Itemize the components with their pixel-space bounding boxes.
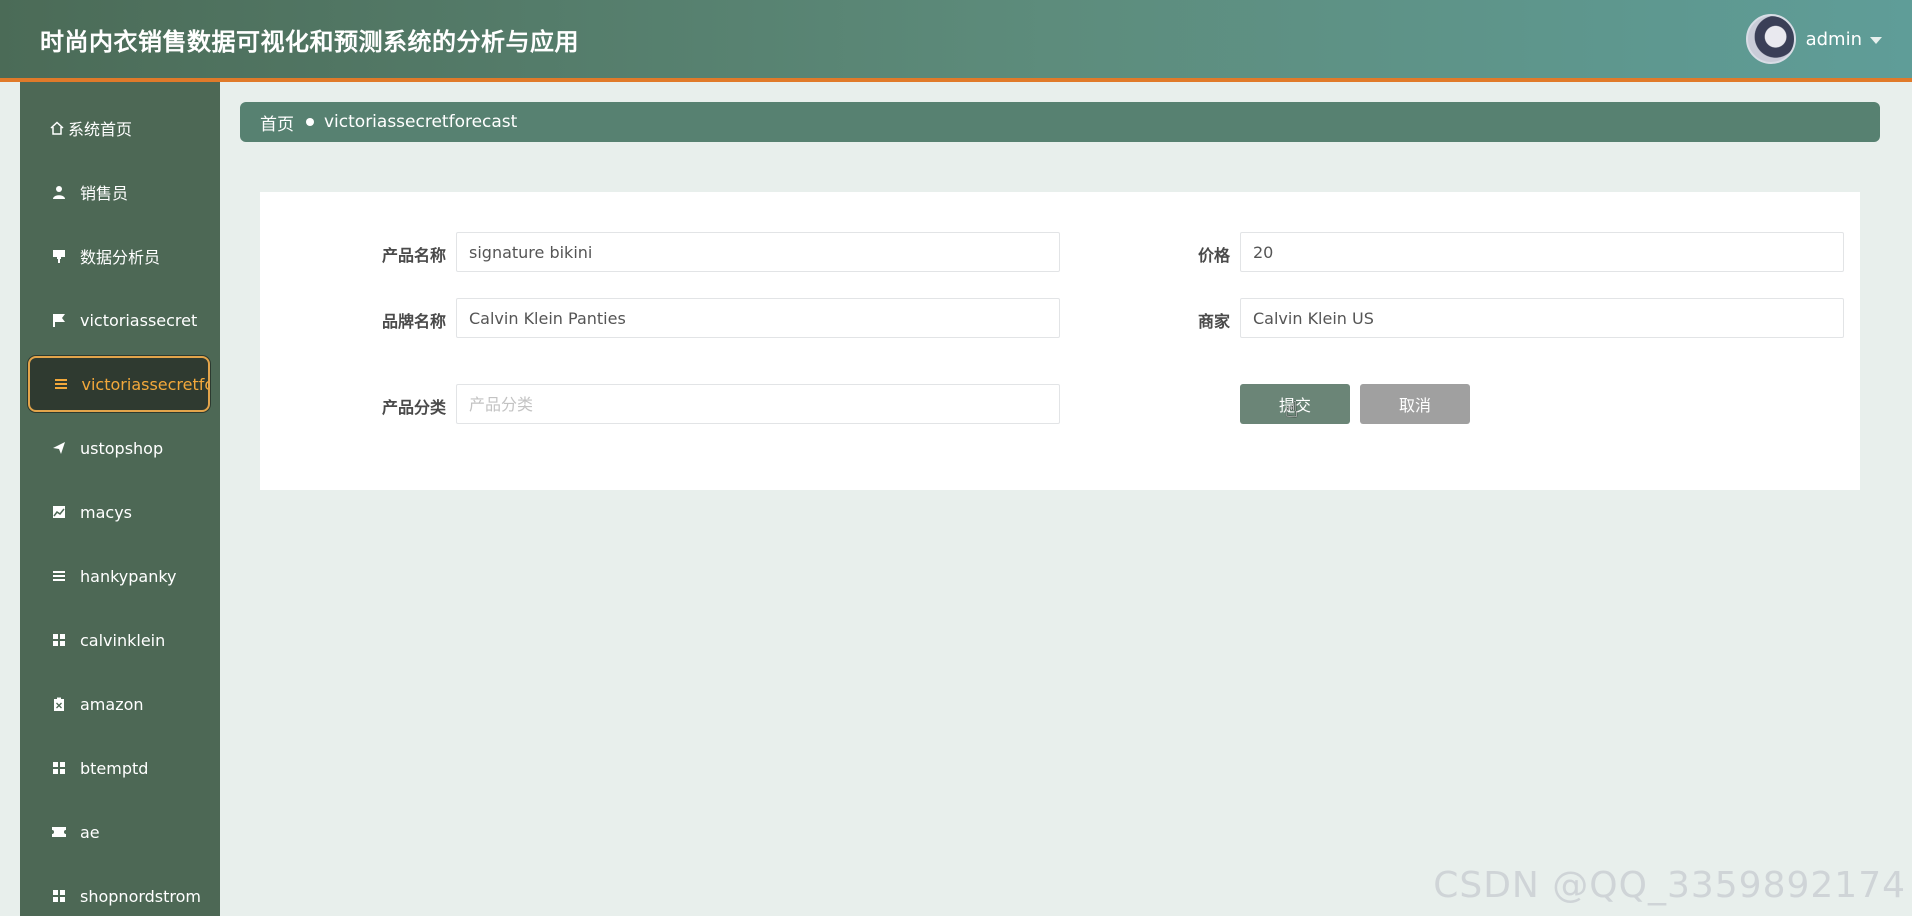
grid-icon <box>50 889 68 903</box>
sidebar-item-btemptd[interactable]: btemptd <box>28 740 210 796</box>
sidebar-item-amazon[interactable]: amazon <box>28 676 210 732</box>
list-icon <box>52 377 70 391</box>
sidebar-item-label: 销售员 <box>80 184 129 203</box>
sidebar-item-label: shopnordstrom <box>80 886 202 906</box>
avatar[interactable] <box>1745 14 1796 64</box>
category-input[interactable] <box>456 384 1060 424</box>
watermark: CSDN @QQ_3359892174 <box>1433 865 1906 906</box>
flag-icon <box>50 313 68 327</box>
price-label: 价格 <box>1197 246 1230 265</box>
chevron-down-icon[interactable] <box>1870 36 1882 44</box>
brand-name-input[interactable] <box>456 298 1060 338</box>
sidebar-item-label: macys <box>80 502 132 522</box>
breadcrumb-home[interactable]: 首页 <box>260 110 294 135</box>
sidebar-item-label: btemptd <box>80 758 149 778</box>
username[interactable]: admin <box>1806 29 1862 50</box>
product-name-input[interactable] <box>456 232 1060 272</box>
chart-pin-icon <box>50 249 68 263</box>
price-input[interactable] <box>1240 232 1844 272</box>
sidebar-item-victoriassecret[interactable]: victoriassecret <box>28 292 210 348</box>
sidebar-item-label: ustopshop <box>80 438 164 458</box>
ticket-icon <box>50 826 68 838</box>
sidebar-item-label: amazon <box>80 694 144 714</box>
sidebar-item-ustopshop[interactable]: ustopshop <box>28 420 210 476</box>
grid-icon <box>50 761 68 775</box>
sidebar-item-macys[interactable]: macys <box>28 484 210 540</box>
sidebar-item-label: ae <box>80 822 100 842</box>
user-icon <box>50 185 68 199</box>
product-name-label: 产品名称 <box>381 246 446 265</box>
app-title: 时尚内衣销售数据可视化和预测系统的分析与应用 <box>40 28 579 56</box>
area-chart-icon <box>50 505 68 519</box>
breadcrumb-separator-icon <box>306 118 314 126</box>
sidebar-item-label: victoriassecretforecast <box>81 374 208 394</box>
grid-icon <box>50 633 68 647</box>
sidebar-item-label: hankypanky <box>80 566 177 586</box>
merchant-input[interactable] <box>1240 298 1844 338</box>
sidebar-item-label: 数据分析员 <box>80 248 161 267</box>
sidebar-item-hankypanky[interactable]: hankypanky <box>28 548 210 604</box>
brand-name-label: 品牌名称 <box>381 312 446 331</box>
sidebar-item-label: victoriassecret <box>80 310 198 330</box>
breadcrumb: 首页 victoriassecretforecast <box>240 102 1880 142</box>
sidebar-item-ae[interactable]: ae <box>28 804 210 860</box>
bars-icon <box>50 569 68 583</box>
hand-cursor-icon: ☝ <box>1285 398 1299 423</box>
sidebar-item-home[interactable]: 系统首页 <box>28 100 210 156</box>
clipboard-icon <box>50 697 68 711</box>
sidebar-item-label: calvinklein <box>80 630 166 650</box>
cancel-button[interactable]: 取消 <box>1360 384 1470 424</box>
breadcrumb-current: victoriassecretforecast <box>324 112 518 132</box>
merchant-label: 商家 <box>1197 312 1230 331</box>
sidebar-item-salesperson[interactable]: 销售员 <box>28 164 210 220</box>
home-icon <box>48 120 66 136</box>
sidebar-item-victoriassecretforecast[interactable]: victoriassecretforecast <box>28 356 210 412</box>
top-header: 时尚内衣销售数据可视化和预测系统的分析与应用 admin <box>0 0 1912 82</box>
edit-form-card: 产品名称 价格 品牌名称 商家 产品分类 提交 取消 <box>260 192 1860 490</box>
sidebar-item-shopnordstrom[interactable]: shopnordstrom <box>28 868 210 916</box>
user-menu[interactable]: admin <box>1745 14 1882 64</box>
paper-plane-icon <box>50 441 68 455</box>
sidebar-item-calvinklein[interactable]: calvinklein <box>28 612 210 668</box>
sidebar-item-data-analyst[interactable]: 数据分析员 <box>28 228 210 284</box>
category-label: 产品分类 <box>381 398 446 417</box>
sidebar-item-label: 系统首页 <box>68 120 133 139</box>
sidebar: 系统首页 销售员 数据分析员 victoriassecret victorias… <box>20 82 220 916</box>
